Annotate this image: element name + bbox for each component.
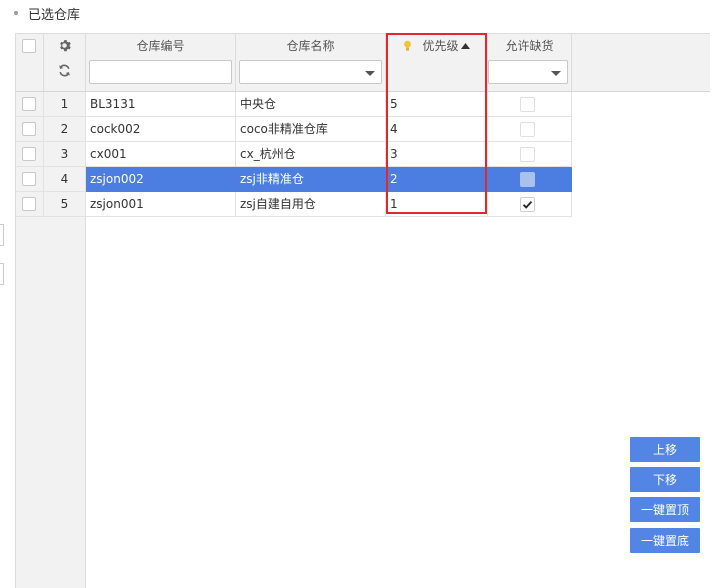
cell-name[interactable]: zsj自建自用仓 <box>236 192 386 217</box>
bullet-icon <box>14 11 18 15</box>
cell-allow-shortage <box>488 192 572 217</box>
row-number: 4 <box>44 167 86 192</box>
section-title: 已选仓库 <box>28 7 81 23</box>
allow-shortage-checkbox[interactable] <box>520 147 535 162</box>
cell-priority[interactable]: 4 <box>386 117 488 142</box>
refresh-icon[interactable] <box>58 64 71 77</box>
column-header-allow-shortage[interactable]: 允许缺货 <box>488 34 572 58</box>
row-checkbox[interactable] <box>22 172 36 186</box>
settings-cell <box>44 34 86 58</box>
allow-shortage-checkbox[interactable] <box>520 172 535 187</box>
cell-priority[interactable]: 3 <box>386 142 488 167</box>
left-edge-tab[interactable] <box>0 263 4 285</box>
chevron-down-icon <box>551 71 561 76</box>
filter-code-cell <box>86 58 236 91</box>
cell-name[interactable]: 中央仓 <box>236 92 386 117</box>
lightbulb-icon <box>404 40 412 51</box>
checkmark-icon <box>522 200 533 209</box>
table-row[interactable]: 3 cx001 cx_杭州仓 3 <box>16 142 572 167</box>
row-checkbox[interactable] <box>22 197 36 211</box>
column-header-code[interactable]: 仓库编号 <box>86 34 236 58</box>
filter-refresh-cell <box>44 58 86 91</box>
grid-header: 仓库编号 仓库名称 优先级 允许缺货 <box>16 34 710 92</box>
move-to-bottom-button[interactable]: 一键置底 <box>630 528 700 553</box>
table-row[interactable]: 5 zsjon001 zsj自建自用仓 1 <box>16 192 572 217</box>
row-check-cell <box>16 117 44 142</box>
row-checkbox[interactable] <box>22 147 36 161</box>
cell-name[interactable]: coco非精准仓库 <box>236 117 386 142</box>
cell-priority[interactable]: 5 <box>386 92 488 117</box>
column-header-priority[interactable]: 优先级 <box>386 34 488 58</box>
left-edge-tab[interactable] <box>0 224 4 246</box>
filter-allow-shortage-select[interactable] <box>488 60 568 84</box>
chevron-down-icon <box>365 71 375 76</box>
column-header-name[interactable]: 仓库名称 <box>236 34 386 58</box>
cell-priority[interactable]: 1 <box>386 192 488 217</box>
cell-code[interactable]: zsjon002 <box>86 167 236 192</box>
cell-allow-shortage <box>488 167 572 192</box>
move-down-button[interactable]: 下移 <box>630 467 700 492</box>
cell-allow-shortage <box>488 92 572 117</box>
allow-shortage-checkbox-checked[interactable] <box>520 197 535 212</box>
priority-label: 优先级 <box>422 39 459 53</box>
warehouse-grid: 仓库编号 仓库名称 优先级 允许缺货 1 BL3131 中央仓 5 2 cock… <box>15 33 710 588</box>
row-check-cell <box>16 92 44 117</box>
filter-name-cell <box>236 58 386 91</box>
cell-name[interactable]: cx_杭州仓 <box>236 142 386 167</box>
cell-allow-shortage <box>488 142 572 167</box>
cell-code[interactable]: BL3131 <box>86 92 236 117</box>
row-number: 3 <box>44 142 86 167</box>
allow-shortage-checkbox[interactable] <box>520 122 535 137</box>
allow-shortage-checkbox[interactable] <box>520 97 535 112</box>
cell-priority[interactable]: 2 <box>386 167 488 192</box>
row-checkbox[interactable] <box>22 97 36 111</box>
cell-name[interactable]: zsj非精准仓 <box>236 167 386 192</box>
row-number: 1 <box>44 92 86 117</box>
filter-allow-shortage-cell <box>488 58 572 91</box>
table-row[interactable]: 2 cock002 coco非精准仓库 4 <box>16 117 572 142</box>
row-check-cell <box>16 167 44 192</box>
filter-priority-cell <box>386 58 488 91</box>
cell-allow-shortage <box>488 117 572 142</box>
row-number: 2 <box>44 117 86 142</box>
move-to-top-button[interactable]: 一键置顶 <box>630 497 700 522</box>
row-number: 5 <box>44 192 86 217</box>
move-up-button[interactable]: 上移 <box>630 437 700 462</box>
sort-asc-icon[interactable] <box>460 43 470 49</box>
table-row-selected[interactable]: 4 zsjon002 zsj非精准仓 2 <box>16 167 572 192</box>
table-row[interactable]: 1 BL3131 中央仓 5 <box>16 92 572 117</box>
row-checkbox[interactable] <box>22 122 36 136</box>
filter-name-select[interactable] <box>239 60 382 84</box>
row-check-cell <box>16 192 44 217</box>
cell-code[interactable]: cock002 <box>86 117 236 142</box>
filter-blank-cell <box>16 58 44 91</box>
filter-code-input[interactable] <box>89 60 232 84</box>
select-all-checkbox[interactable] <box>22 39 36 53</box>
select-all-cell <box>16 34 44 58</box>
row-check-cell <box>16 142 44 167</box>
gear-icon[interactable] <box>58 39 71 52</box>
cell-code[interactable]: zsjon001 <box>86 192 236 217</box>
cell-code[interactable]: cx001 <box>86 142 236 167</box>
section-header: 已选仓库 <box>14 4 81 23</box>
